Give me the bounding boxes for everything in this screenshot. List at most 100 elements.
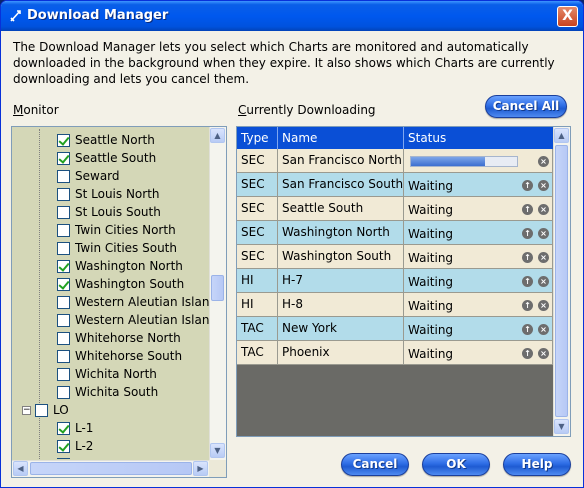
checkbox[interactable] <box>57 439 70 453</box>
checkbox[interactable] <box>57 241 70 255</box>
status-text: Waiting <box>408 323 454 337</box>
scroll-right-arrow-icon[interactable]: ▶ <box>193 461 208 476</box>
cancel-download-icon[interactable]: × <box>538 156 549 167</box>
cancel-button[interactable]: Cancel <box>341 453 409 476</box>
cancel-download-icon[interactable]: × <box>538 324 549 335</box>
tree-item[interactable]: Wichita South <box>57 383 158 401</box>
checkbox[interactable] <box>57 205 70 219</box>
cancel-download-icon[interactable]: × <box>538 300 549 311</box>
tree-item[interactable]: Wichita North <box>57 365 157 383</box>
table-row[interactable]: HI H-7 Waiting ↑ × <box>237 269 553 293</box>
tree-item-label: Washington North <box>75 259 183 273</box>
table-row[interactable]: TAC New York Waiting ↑ × <box>237 317 553 341</box>
table-scroll-up-arrow-icon[interactable]: ▲ <box>554 128 569 143</box>
ok-button[interactable]: OK <box>422 453 490 476</box>
scroll-left-arrow-icon[interactable]: ◀ <box>13 461 28 476</box>
cell-status: Waiting ↑ × <box>404 317 553 341</box>
tree-item[interactable]: Twin Cities South <box>57 239 177 257</box>
tree-item[interactable]: Seward <box>57 167 120 185</box>
move-up-icon[interactable]: ↑ <box>522 252 533 263</box>
move-up-icon[interactable]: ↑ <box>522 324 533 335</box>
table-row[interactable]: SEC San Francisco North × <box>237 149 553 173</box>
move-up-icon[interactable]: ↑ <box>522 276 533 287</box>
checkbox[interactable] <box>57 421 70 435</box>
tree-item[interactable]: Whitehorse North <box>57 329 181 347</box>
tree-item[interactable]: Twin Cities North <box>57 221 176 239</box>
checkbox[interactable] <box>57 349 70 363</box>
tree-item[interactable]: Seattle South <box>57 149 156 167</box>
cancel-download-icon[interactable]: × <box>538 180 549 191</box>
checkbox[interactable] <box>57 169 70 183</box>
column-header-name[interactable]: Name <box>278 127 404 149</box>
cell-type: SEC <box>237 197 278 221</box>
move-up-icon[interactable]: ↑ <box>522 180 533 191</box>
checkbox[interactable] <box>57 367 70 381</box>
checkbox[interactable] <box>57 259 70 273</box>
table-row[interactable]: SEC San Francisco South Waiting ↑ × <box>237 173 553 197</box>
tree-item[interactable]: Washington North <box>57 257 183 275</box>
tree-scroll-thumb[interactable] <box>211 275 224 301</box>
tree-item[interactable]: L-3 <box>57 455 93 459</box>
tree-vertical-scrollbar[interactable]: ▲ ▼ <box>209 127 226 461</box>
tree-item[interactable]: L-1 <box>57 419 93 437</box>
table-row[interactable]: SEC Washington South Waiting ↑ × <box>237 245 553 269</box>
cell-type: SEC <box>237 173 278 197</box>
checkbox[interactable] <box>57 223 70 237</box>
table-row[interactable]: TAC Phoenix Waiting ↑ × <box>237 341 553 365</box>
cell-type: SEC <box>237 245 278 269</box>
monitor-label-rest: onitor <box>23 103 59 117</box>
scroll-up-arrow-icon[interactable]: ▲ <box>210 128 225 143</box>
cancel-download-icon[interactable]: × <box>538 204 549 215</box>
table-row[interactable]: SEC Seattle South Waiting ↑ × <box>237 197 553 221</box>
tree-item[interactable]: Western Aleutian Island <box>57 293 210 311</box>
checkbox[interactable] <box>57 151 70 165</box>
cell-status: Waiting ↑ × <box>404 197 553 221</box>
tree-item-label: Washington South <box>75 277 185 291</box>
cancel-download-icon[interactable]: × <box>538 276 549 287</box>
table-row[interactable]: SEC Washington North Waiting ↑ × <box>237 221 553 245</box>
checkbox[interactable] <box>57 295 70 309</box>
checkbox[interactable] <box>57 277 70 291</box>
cancel-all-button[interactable]: Cancel All <box>485 95 567 118</box>
collapse-icon[interactable]: − <box>22 405 31 415</box>
cell-status: Waiting ↑ × <box>404 341 553 365</box>
column-header-status[interactable]: Status <box>404 127 553 149</box>
tree-group-lo[interactable]: − LO <box>22 401 69 419</box>
tree-item[interactable]: Western Aleutian Island <box>57 311 210 329</box>
checkbox[interactable] <box>57 313 70 327</box>
cancel-download-icon[interactable]: × <box>538 228 549 239</box>
tree-item[interactable]: St Louis South <box>57 203 161 221</box>
tree-horizontal-scrollbar[interactable]: ◀ ▶ <box>12 460 210 477</box>
move-up-icon[interactable]: ↑ <box>522 204 533 215</box>
move-up-icon[interactable]: ↑ <box>522 300 533 311</box>
help-button[interactable]: Help <box>503 453 571 476</box>
checkbox[interactable] <box>57 331 70 345</box>
table-vertical-scrollbar[interactable]: ▲ ▼ <box>553 127 570 436</box>
cell-type: TAC <box>237 341 278 365</box>
checkbox[interactable] <box>57 385 70 399</box>
monitor-tree[interactable]: Seattle North Seattle South Seward St Louis… <box>11 126 227 478</box>
checkbox[interactable] <box>57 187 70 201</box>
tree-item[interactable]: Washington South <box>57 275 184 293</box>
checkbox[interactable] <box>57 133 70 147</box>
cell-name: Washington North <box>278 221 404 245</box>
cancel-download-icon[interactable]: × <box>538 252 549 263</box>
tree-item[interactable]: Seattle North <box>57 131 155 149</box>
table-scroll-thumb[interactable] <box>555 145 568 417</box>
download-progress-bar <box>410 156 518 167</box>
checkbox[interactable] <box>35 403 48 417</box>
checkbox[interactable] <box>57 457 70 459</box>
cancel-download-icon[interactable]: × <box>538 348 549 359</box>
tree-item[interactable]: Whitehorse South <box>57 347 182 365</box>
table-row[interactable]: HI H-8 Waiting ↑ × <box>237 293 553 317</box>
move-up-icon[interactable]: ↑ <box>522 348 533 359</box>
tree-item[interactable]: St Louis North <box>57 185 160 203</box>
table-scroll-down-arrow-icon[interactable]: ▼ <box>554 419 569 434</box>
tree-item[interactable]: L-2 <box>57 437 93 455</box>
status-text: Waiting <box>408 179 454 193</box>
tree-hscroll-thumb[interactable] <box>30 462 192 475</box>
column-header-type[interactable]: Type <box>237 127 278 149</box>
move-up-icon[interactable]: ↑ <box>522 228 533 239</box>
scroll-down-arrow-icon[interactable]: ▼ <box>210 443 225 458</box>
close-button[interactable]: X <box>557 6 578 27</box>
